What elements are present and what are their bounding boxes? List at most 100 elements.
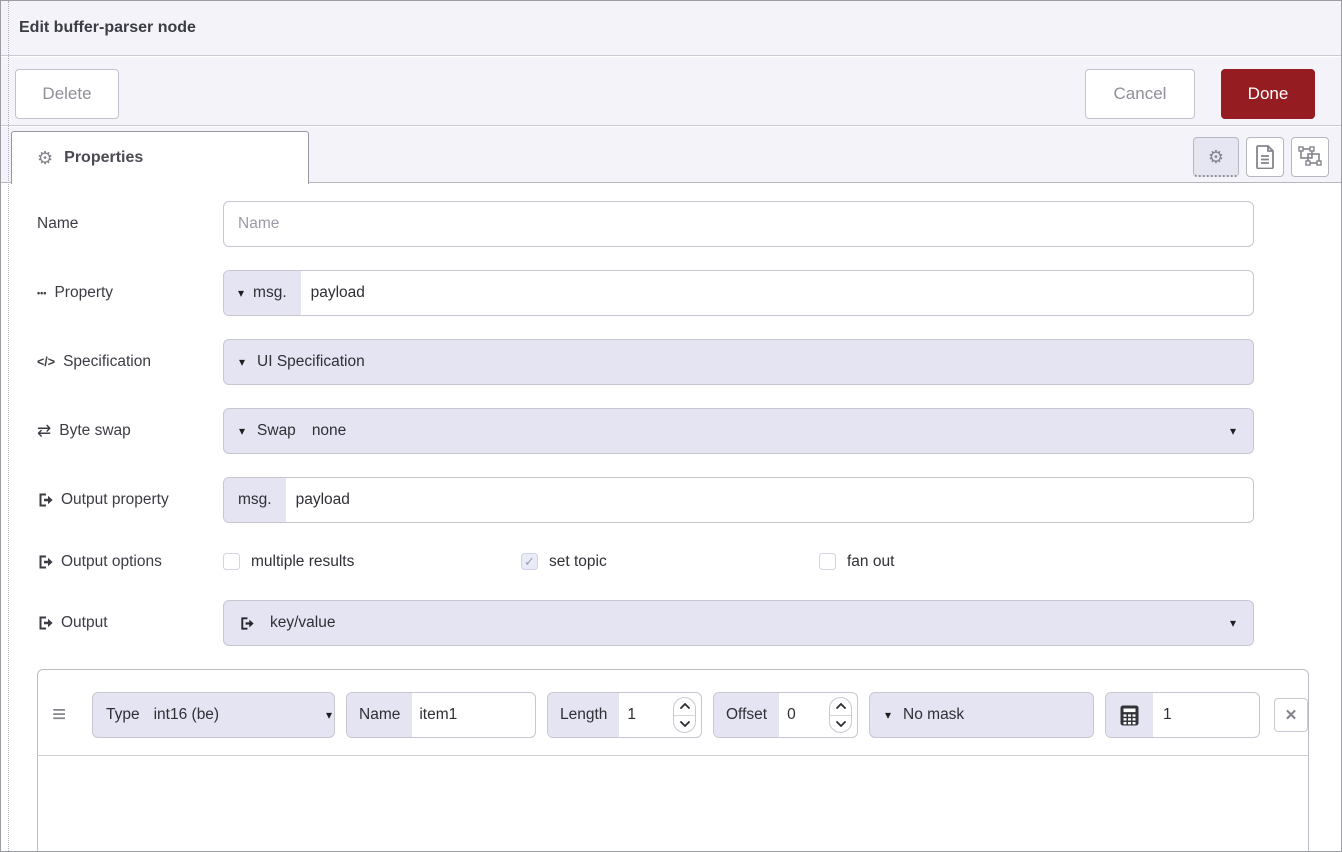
appearance-icon bbox=[1298, 146, 1322, 168]
items-list: ≡ Type int16 (be) ▾ Name item1 Length 1 bbox=[37, 669, 1309, 852]
item-mask-select[interactable]: ▾ No mask bbox=[869, 692, 1094, 738]
name-input[interactable] bbox=[224, 202, 1253, 246]
dialog-header: Edit buffer-parser node bbox=[1, 1, 1341, 56]
item-mask-value: No mask bbox=[903, 706, 964, 724]
dialog-title: Edit buffer-parser node bbox=[19, 19, 196, 37]
item-name-prefix: Name bbox=[347, 693, 412, 737]
item-type-value: int16 (be) bbox=[154, 706, 219, 724]
output-select[interactable]: key/value ▾ bbox=[223, 600, 1254, 646]
remove-item-button[interactable]: ✕ bbox=[1274, 698, 1308, 732]
calculator-icon[interactable] bbox=[1106, 693, 1153, 737]
fan-out-option: fan out bbox=[819, 553, 1117, 571]
properties-tab-button[interactable]: ⚙ bbox=[1193, 137, 1239, 177]
name-label: Name bbox=[37, 215, 223, 233]
item-name-input[interactable]: item1 bbox=[412, 693, 457, 737]
caret-down-icon: ▾ bbox=[885, 709, 891, 721]
done-button[interactable]: Done bbox=[1221, 69, 1315, 119]
description-tab-button[interactable] bbox=[1246, 137, 1284, 177]
item-row: ≡ Type int16 (be) ▾ Name item1 Length 1 bbox=[38, 670, 1308, 756]
item-offset-input[interactable]: 0 bbox=[779, 693, 829, 737]
name-row: Name bbox=[37, 201, 1341, 247]
delete-button[interactable]: Delete bbox=[15, 69, 119, 119]
specification-value: UI Specification bbox=[257, 353, 365, 371]
caret-down-icon: ▾ bbox=[1230, 617, 1236, 629]
item-length-prefix: Length bbox=[548, 693, 619, 737]
caret-down-icon: ▾ bbox=[239, 425, 245, 437]
appearance-tab-button[interactable] bbox=[1291, 137, 1329, 177]
output-property-label: Output property bbox=[37, 491, 223, 509]
specification-row: </> Specification ▾ UI Specification bbox=[37, 339, 1341, 385]
item-offset-field: Offset 0 bbox=[713, 692, 858, 738]
output-row: Output key/value ▾ bbox=[37, 600, 1341, 646]
sign-out-icon bbox=[37, 492, 53, 508]
properties-form: Name ••• Property ▾ msg. payload bbox=[1, 183, 1341, 851]
offset-stepper[interactable] bbox=[829, 697, 852, 733]
sign-out-icon bbox=[239, 616, 254, 631]
property-row: ••• Property ▾ msg. payload bbox=[37, 270, 1341, 316]
property-input: ▾ msg. payload bbox=[223, 270, 1254, 316]
caret-down-icon: ▾ bbox=[326, 709, 334, 721]
specification-label: </> Specification bbox=[37, 353, 223, 371]
code-icon: </> bbox=[37, 355, 55, 369]
property-label: ••• Property bbox=[37, 284, 223, 302]
item-type-label: Type bbox=[106, 706, 140, 724]
output-options-row: Output options multiple results ✓ set to… bbox=[37, 546, 1341, 577]
stepper-up-icon[interactable] bbox=[674, 698, 695, 715]
byte-swap-select[interactable]: ▾ Swap none ▾ bbox=[223, 408, 1254, 454]
output-value: key/value bbox=[270, 614, 335, 632]
fan-out-checkbox[interactable] bbox=[819, 553, 836, 570]
set-topic-checkbox[interactable]: ✓ bbox=[521, 553, 538, 570]
output-label: Output bbox=[37, 614, 223, 632]
output-property-type-label: msg. bbox=[238, 491, 272, 509]
byte-swap-button-label: Swap bbox=[257, 422, 296, 440]
drag-handle-icon[interactable]: ≡ bbox=[52, 703, 76, 727]
multiple-results-option: multiple results bbox=[223, 553, 521, 571]
tab-properties-label: Properties bbox=[64, 149, 143, 167]
caret-down-icon: ▾ bbox=[1230, 425, 1236, 437]
tab-icon-buttons: ⚙ bbox=[1193, 137, 1329, 177]
swap-arrows-icon: ⇄ bbox=[37, 421, 51, 441]
item-length-input[interactable]: 1 bbox=[619, 693, 673, 737]
multiple-results-checkbox[interactable] bbox=[223, 553, 240, 570]
multiple-results-label: multiple results bbox=[251, 553, 354, 571]
sign-out-icon bbox=[37, 554, 53, 570]
tray-resize-handle[interactable] bbox=[8, 1, 9, 851]
cancel-button[interactable]: Cancel bbox=[1085, 69, 1195, 119]
property-type-button[interactable]: ▾ msg. bbox=[224, 271, 301, 315]
length-stepper[interactable] bbox=[673, 697, 696, 733]
byte-swap-row: ⇄ Byte swap ▾ Swap none ▾ bbox=[37, 408, 1341, 454]
byte-swap-value: none bbox=[296, 409, 346, 453]
name-input-shell bbox=[223, 201, 1254, 247]
specification-select[interactable]: ▾ UI Specification bbox=[223, 339, 1254, 385]
fan-out-label: fan out bbox=[847, 553, 894, 571]
sign-out-icon bbox=[37, 615, 53, 631]
output-property-type-button[interactable]: msg. bbox=[224, 478, 286, 522]
tab-properties[interactable]: ⚙ Properties bbox=[11, 131, 309, 184]
ellipsis-icon: ••• bbox=[37, 288, 46, 298]
stepper-down-icon[interactable] bbox=[830, 715, 851, 733]
property-value-field[interactable]: payload bbox=[301, 271, 365, 315]
editor-tab-bar: ⚙ Properties ⚙ bbox=[1, 127, 1341, 183]
close-icon: ✕ bbox=[1285, 706, 1298, 724]
dialog-toolbar: Delete Cancel Done bbox=[1, 57, 1341, 126]
output-property-value-field[interactable]: payload bbox=[286, 478, 350, 522]
set-topic-option: ✓ set topic bbox=[521, 553, 819, 571]
output-options-label: Output options bbox=[37, 553, 223, 571]
byte-swap-label: ⇄ Byte swap bbox=[37, 421, 223, 441]
item-length-field: Length 1 bbox=[547, 692, 702, 738]
gear-icon: ⚙ bbox=[37, 149, 53, 167]
item-scale-field: 1 bbox=[1105, 692, 1260, 738]
caret-down-icon: ▾ bbox=[238, 287, 244, 299]
output-property-row: Output property msg. payload bbox=[37, 477, 1341, 523]
output-property-input: msg. payload bbox=[223, 477, 1254, 523]
stepper-up-icon[interactable] bbox=[830, 698, 851, 715]
item-type-select[interactable]: Type int16 (be) ▾ bbox=[92, 692, 335, 738]
item-scale-input[interactable]: 1 bbox=[1153, 693, 1172, 737]
caret-down-icon: ▾ bbox=[239, 356, 245, 368]
stepper-down-icon[interactable] bbox=[674, 715, 695, 733]
property-type-label: msg. bbox=[253, 284, 287, 302]
set-topic-label: set topic bbox=[549, 553, 607, 571]
item-offset-prefix: Offset bbox=[714, 693, 779, 737]
edit-node-dialog: Edit buffer-parser node Delete Cancel Do… bbox=[0, 0, 1342, 852]
gear-icon: ⚙ bbox=[1208, 148, 1224, 166]
